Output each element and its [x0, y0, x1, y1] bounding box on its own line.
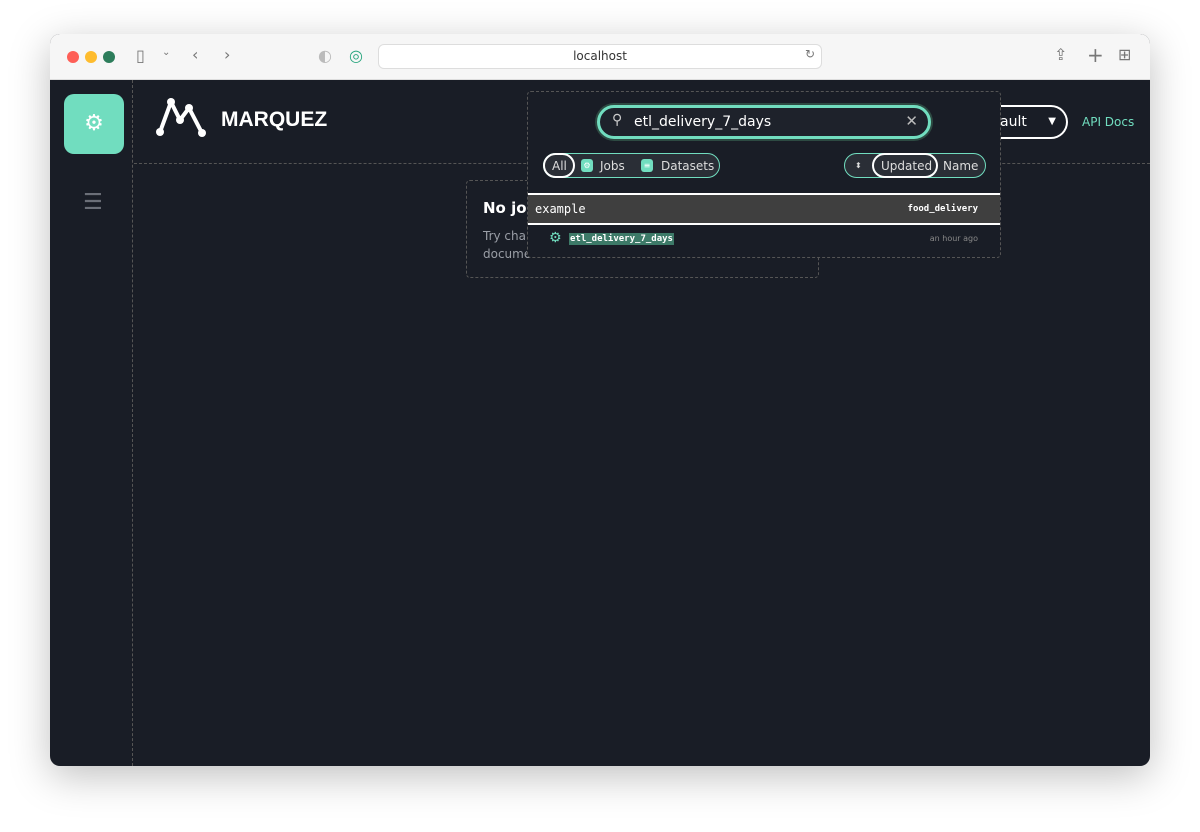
search-result-item[interactable]: ⚙ etl_delivery_7_days an hour ago: [528, 228, 1000, 254]
share-icon[interactable]: ⇪: [1054, 45, 1067, 64]
tab-overview-icon[interactable]: ⊞: [1118, 45, 1131, 64]
group-namespace: food_delivery: [907, 204, 978, 214]
zoom-window-button[interactable]: [103, 51, 115, 63]
namespace-value: ault: [1000, 114, 1027, 130]
empty-text-2: docume: [483, 247, 532, 261]
sidebar-item-jobs[interactable]: ⚙: [64, 94, 124, 154]
marquez-logo: [156, 98, 206, 137]
empty-text: Try char: [483, 229, 531, 243]
result-name: etl_delivery_7_days: [569, 233, 674, 245]
sidebar-toggle-icon[interactable]: ▯: [136, 46, 145, 65]
gears-icon: ⚙: [84, 111, 104, 136]
search-value: etl_delivery_7_days: [634, 114, 772, 130]
result-time: an hour ago: [929, 234, 978, 243]
clear-search-icon[interactable]: ✕: [905, 112, 918, 130]
gear-icon: ⚙: [549, 230, 562, 246]
browser-window: ▯ ⌄ ‹ › ◐ ◎ localhost ↻ ⇪ + ⊞ ⚙ ☰ MARQUE…: [50, 34, 1150, 766]
sort-updated[interactable]: Updated: [872, 153, 938, 178]
sidebar: ⚙ ☰: [50, 80, 133, 766]
address-bar[interactable]: localhost: [378, 44, 822, 69]
sort-icon: ⬍: [855, 161, 862, 170]
filter-jobs[interactable]: Jobs: [600, 159, 625, 173]
password-manager-icon[interactable]: ◎: [349, 46, 363, 65]
search-icon: ⚲: [612, 112, 623, 128]
sort-updated-label: Updated: [881, 159, 933, 173]
forward-icon[interactable]: ›: [224, 45, 230, 64]
result-group-header: example food_delivery: [528, 193, 1000, 225]
shield-icon[interactable]: ◐: [318, 46, 332, 65]
search-input[interactable]: ⚲ etl_delivery_7_days ✕: [597, 105, 931, 139]
filter-all[interactable]: All: [543, 153, 575, 178]
namespace-select[interactable]: ault ▼: [994, 105, 1068, 139]
brand-name: MARQUEZ: [221, 108, 328, 131]
group-name: example: [535, 202, 586, 216]
filter-datasets[interactable]: Datasets: [661, 159, 714, 173]
sort-group: ⬍ Updated Name: [844, 153, 986, 178]
close-window-button[interactable]: [67, 51, 79, 63]
minimize-window-button[interactable]: [85, 51, 97, 63]
api-docs-link[interactable]: API Docs: [1082, 115, 1134, 129]
filter-all-label: All: [552, 159, 567, 173]
datasets-icon: ≡: [641, 159, 653, 172]
jobs-icon: ⚙: [581, 159, 593, 172]
database-icon: ☰: [83, 190, 103, 215]
caret-down-icon: ▼: [1048, 116, 1056, 127]
new-tab-icon[interactable]: +: [1087, 43, 1104, 67]
sidebar-item-datasets[interactable]: ☰: [83, 190, 103, 215]
filter-group: All ⚙ Jobs ≡ Datasets: [543, 153, 720, 178]
back-icon[interactable]: ‹: [192, 45, 198, 64]
reload-icon[interactable]: ↻: [805, 47, 815, 61]
search-dropdown: ⚲ etl_delivery_7_days ✕ All ⚙ Jobs ≡ Dat…: [527, 91, 1001, 258]
sort-name[interactable]: Name: [943, 159, 978, 173]
chevron-down-icon[interactable]: ⌄: [162, 47, 170, 58]
browser-toolbar: ▯ ⌄ ‹ › ◐ ◎ localhost ↻ ⇪ + ⊞: [50, 34, 1150, 80]
